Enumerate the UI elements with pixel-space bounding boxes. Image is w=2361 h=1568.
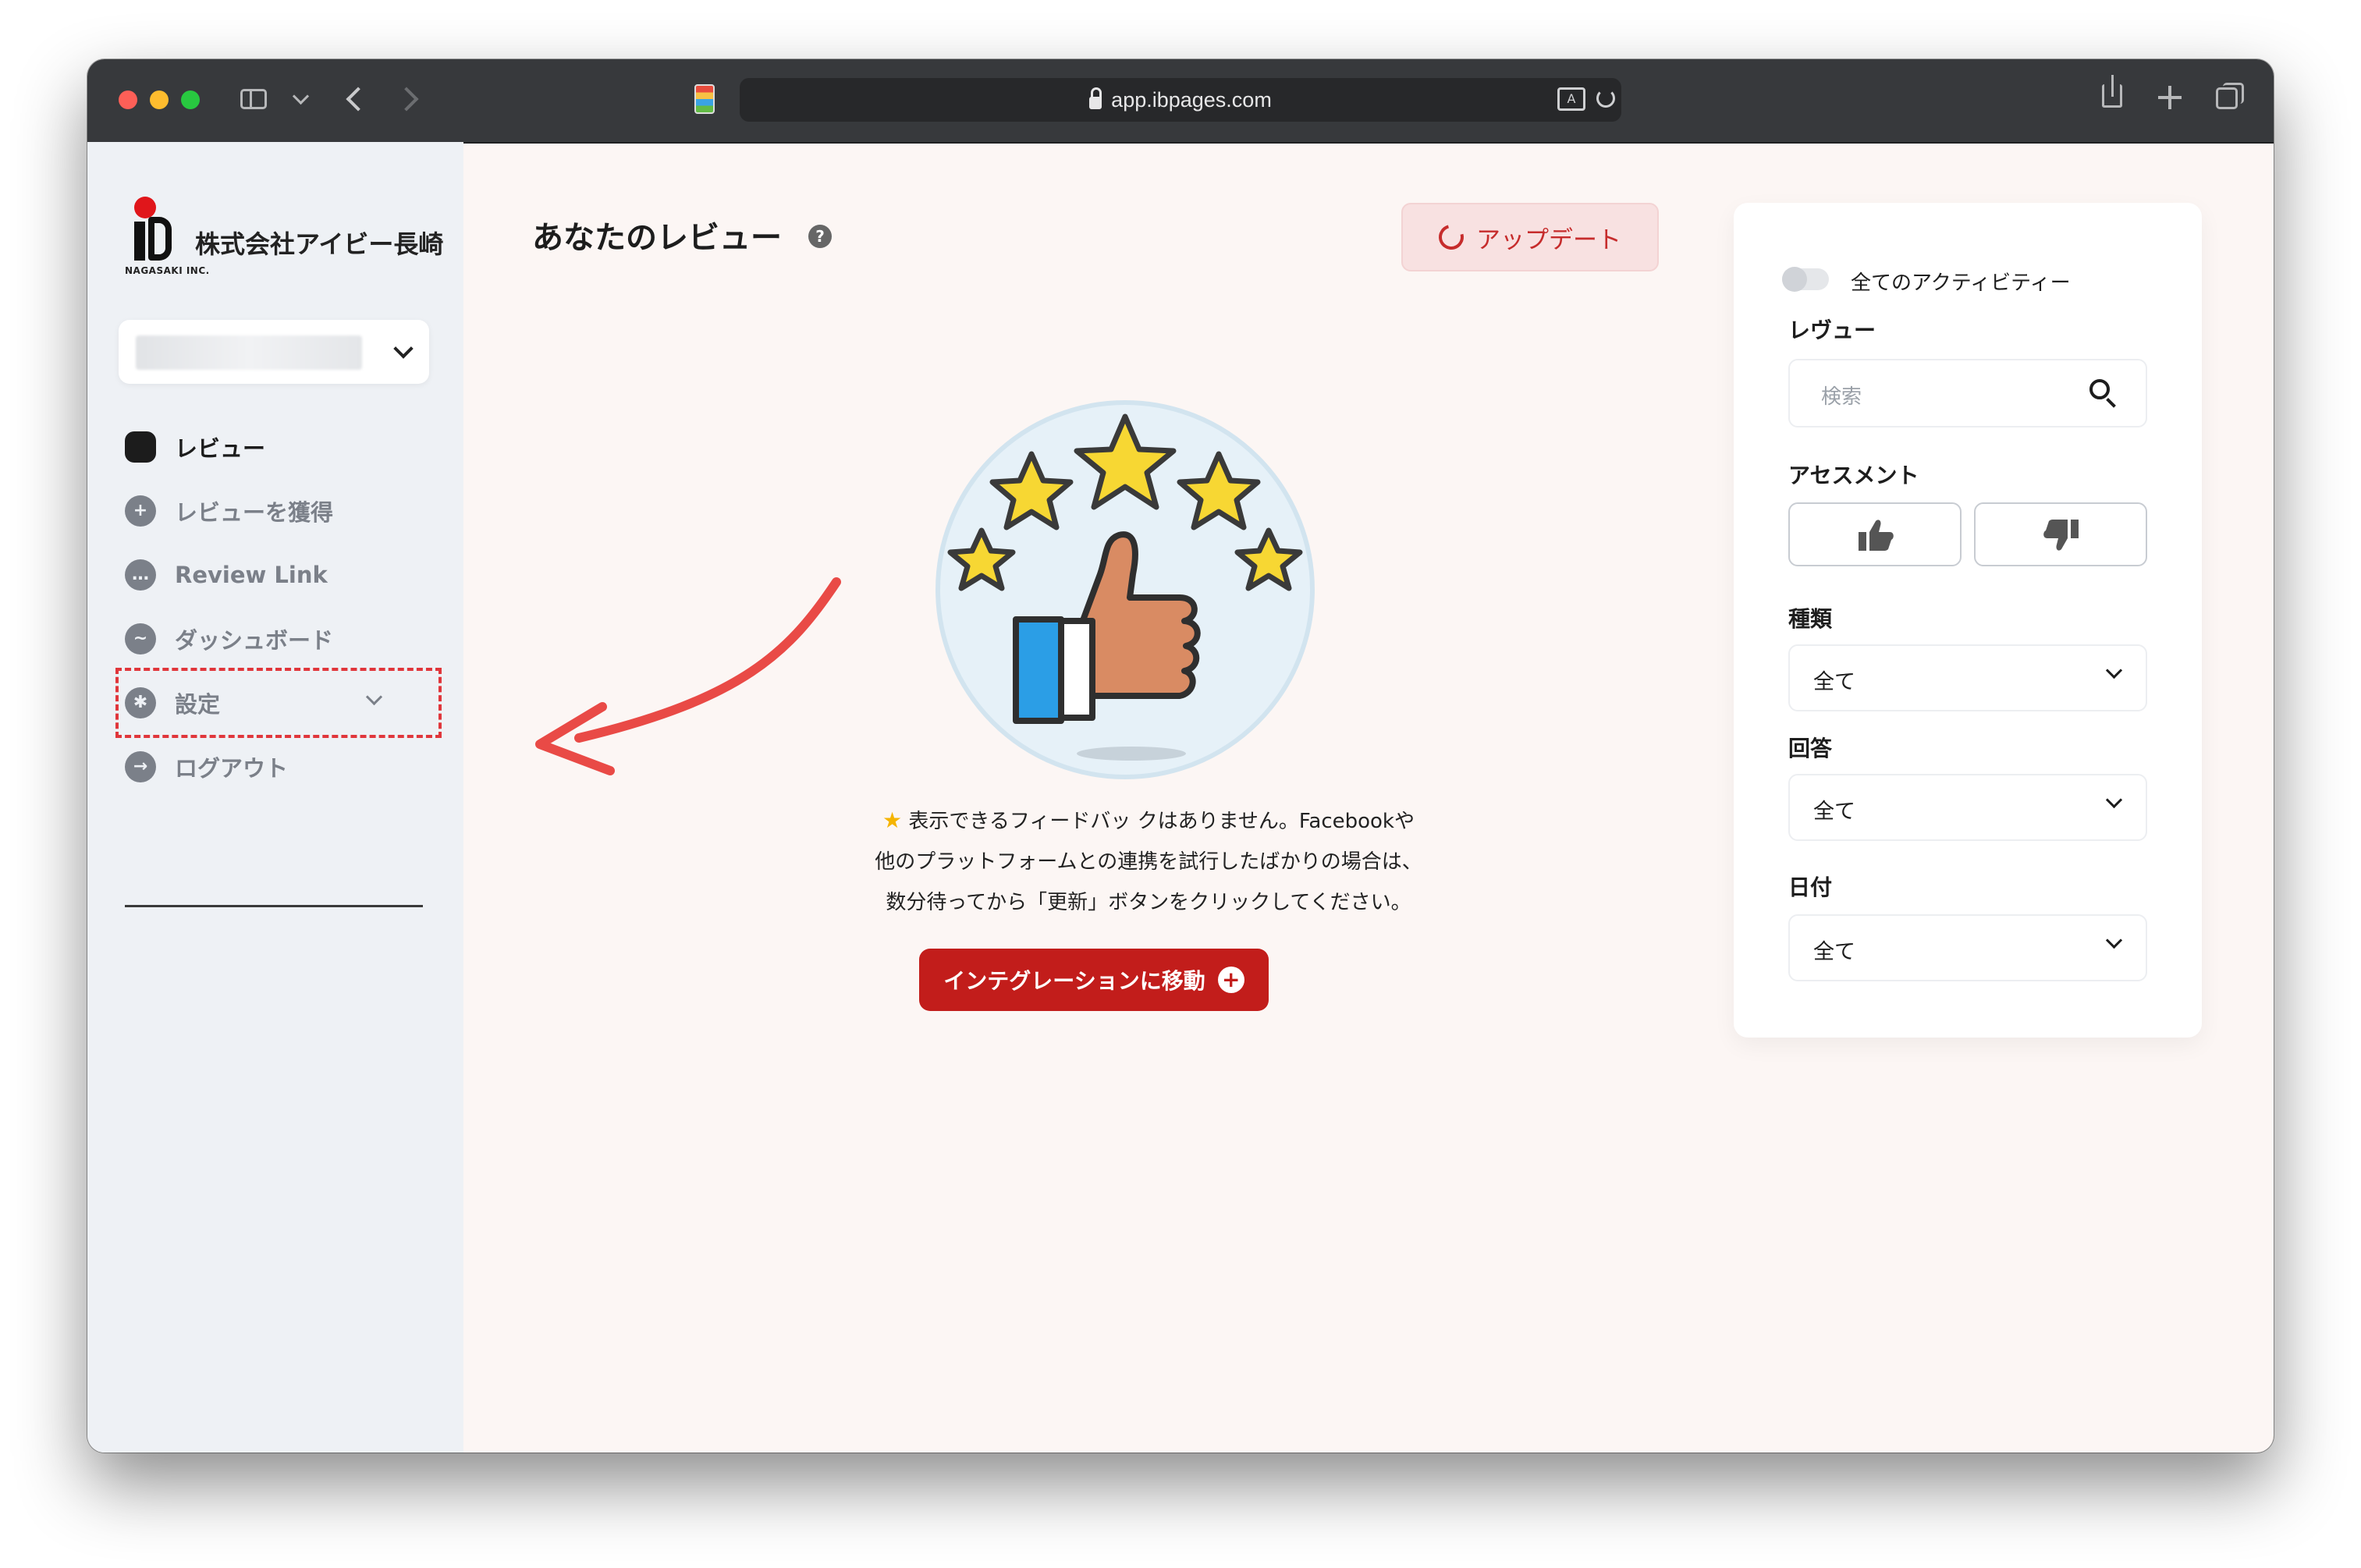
sidebar-item-label: 設定 [175,691,221,718]
filter-panel: 全てのアクティビティー レヴュー 検索 アセスメント 種類 全て 回答 全て 日… [1734,203,2202,1038]
company-name: 株式会社アイビー長崎 [195,229,444,259]
forward-icon[interactable] [394,87,419,112]
sidebar: NAGASAKI INC. 株式会社アイビー長崎 レビュー + レビューを獲得 … [87,142,463,1453]
help-icon[interactable]: ? [808,225,832,248]
sidebar-item-get-reviews[interactable]: + レビューを獲得 [125,479,437,543]
sidebar-item-reviews[interactable]: レビュー [125,415,437,479]
thumbs-down-icon [2043,520,2079,551]
chevron-down-icon [2105,791,2123,809]
blurred-location-name [136,335,362,370]
assessment-label: アセスメント [1788,463,1919,488]
browser-window: app.ibpages.com A NAGASAKI INC. 株式会社アイビー… [87,59,2274,1453]
integration-button-label: インテグレーションに移動 [943,968,1205,994]
thumbs-down-filter-button[interactable] [1974,502,2147,566]
location-selector[interactable] [119,320,429,384]
sidebar-item-label: Review Link [175,562,328,588]
back-icon[interactable] [346,87,371,112]
sidebar-toggle-icon[interactable] [240,89,267,109]
sidebar-item-dashboard[interactable]: ~ ダッシュボード [125,607,437,671]
sidebar-item-logout[interactable]: → ログアウト [125,735,437,799]
all-activity-toggle[interactable] [1782,267,1829,292]
date-select-value: 全て [1813,940,1855,964]
thumbs-up-icon [1859,520,1894,551]
company-logo[interactable]: NAGASAKI INC. 株式会社アイビー長崎 [125,197,443,282]
browser-toolbar: app.ibpages.com A [87,59,2274,144]
review-search-input[interactable]: 検索 [1788,359,2147,427]
zoom-window-button[interactable] [181,90,200,109]
plus-icon: + [1217,967,1244,993]
reply-select-value: 全て [1813,800,1855,824]
chevron-down-icon [365,688,383,706]
annotation-arrow [535,577,841,775]
lock-icon [1089,87,1102,109]
empty-message-line1: 表示できるフィードバッ クはありません。Facebookや [908,810,1415,833]
go-to-integrations-button[interactable]: インテグレーションに移動 + [919,949,1269,1011]
address-bar[interactable]: app.ibpages.com [740,78,1621,122]
sidebar-item-label: レビューを獲得 [175,499,334,526]
logout-arrow-icon: → [125,751,156,782]
date-filter-label: 日付 [1788,874,1833,900]
sidebar-item-label: ダッシュボード [175,627,334,654]
reply-select[interactable]: 全て [1788,774,2147,841]
minimize-window-button[interactable] [150,90,169,109]
sidebar-item-review-link[interactable]: … Review Link [125,543,437,607]
star-badge-icon [125,431,156,463]
thumbs-up-filter-button[interactable] [1788,502,1962,566]
date-select[interactable]: 全て [1788,914,2147,981]
sidebar-item-label: ログアウト [175,755,289,782]
type-filter-label: 種類 [1788,606,1833,632]
update-button[interactable]: アップデート [1401,203,1659,271]
sidebar-divider [125,905,423,907]
update-button-label: アップデート [1476,225,1621,254]
url-text: app.ibpages.com [1111,87,1272,112]
search-icon[interactable] [2089,379,2110,399]
star-emoji-icon: ★ [882,807,903,833]
chevron-down-icon [2105,662,2123,679]
review-filter-label: レヴュー [1788,318,1876,343]
logo-mark-icon: NAGASAKI INC. [125,197,209,282]
all-activity-label: 全てのアクティビティー [1851,271,2071,295]
plus-circle-icon: + [125,495,156,527]
chevron-down-icon [2105,931,2123,949]
refresh-icon [1434,220,1468,254]
empty-state-message: ★ 表示できるフィードバッ クはありません。Facebookや 他のプラットフォ… [836,800,1461,923]
type-select[interactable]: 全て [1788,644,2147,711]
reload-icon[interactable] [1596,89,1615,108]
reply-filter-label: 回答 [1788,736,1833,761]
new-tab-icon[interactable] [2158,86,2182,109]
sidebar-menu: レビュー + レビューを獲得 … Review Link ~ ダッシュボード ✱… [115,415,442,799]
sidebar-item-settings[interactable]: ✱ 設定 [115,668,442,738]
translate-icon[interactable]: A [1557,87,1585,111]
search-placeholder: 検索 [1821,385,1862,409]
site-favicon-icon [694,84,715,114]
empty-message-line3: 数分待ってから「更新」ボタンをクリックしてください。 [886,891,1411,914]
page-title: あなたのレビュー [532,220,782,256]
share-icon[interactable] [2102,75,2122,108]
chat-bubble-icon: … [125,559,156,591]
tab-overview-icon[interactable] [2216,83,2244,109]
chevron-down-icon [393,339,414,359]
close-window-button[interactable] [119,90,137,109]
thumbs-up-stars-illustration [936,400,1315,779]
type-select-value: 全て [1813,670,1855,694]
chevron-down-icon[interactable] [292,87,310,105]
chart-line-icon: ~ [125,623,156,655]
empty-message-line2: 他のプラットフォームとの連携を試行したばかりの場合は、 [875,850,1422,874]
gear-icon: ✱ [125,687,156,718]
sidebar-item-label: レビュー [175,435,266,462]
